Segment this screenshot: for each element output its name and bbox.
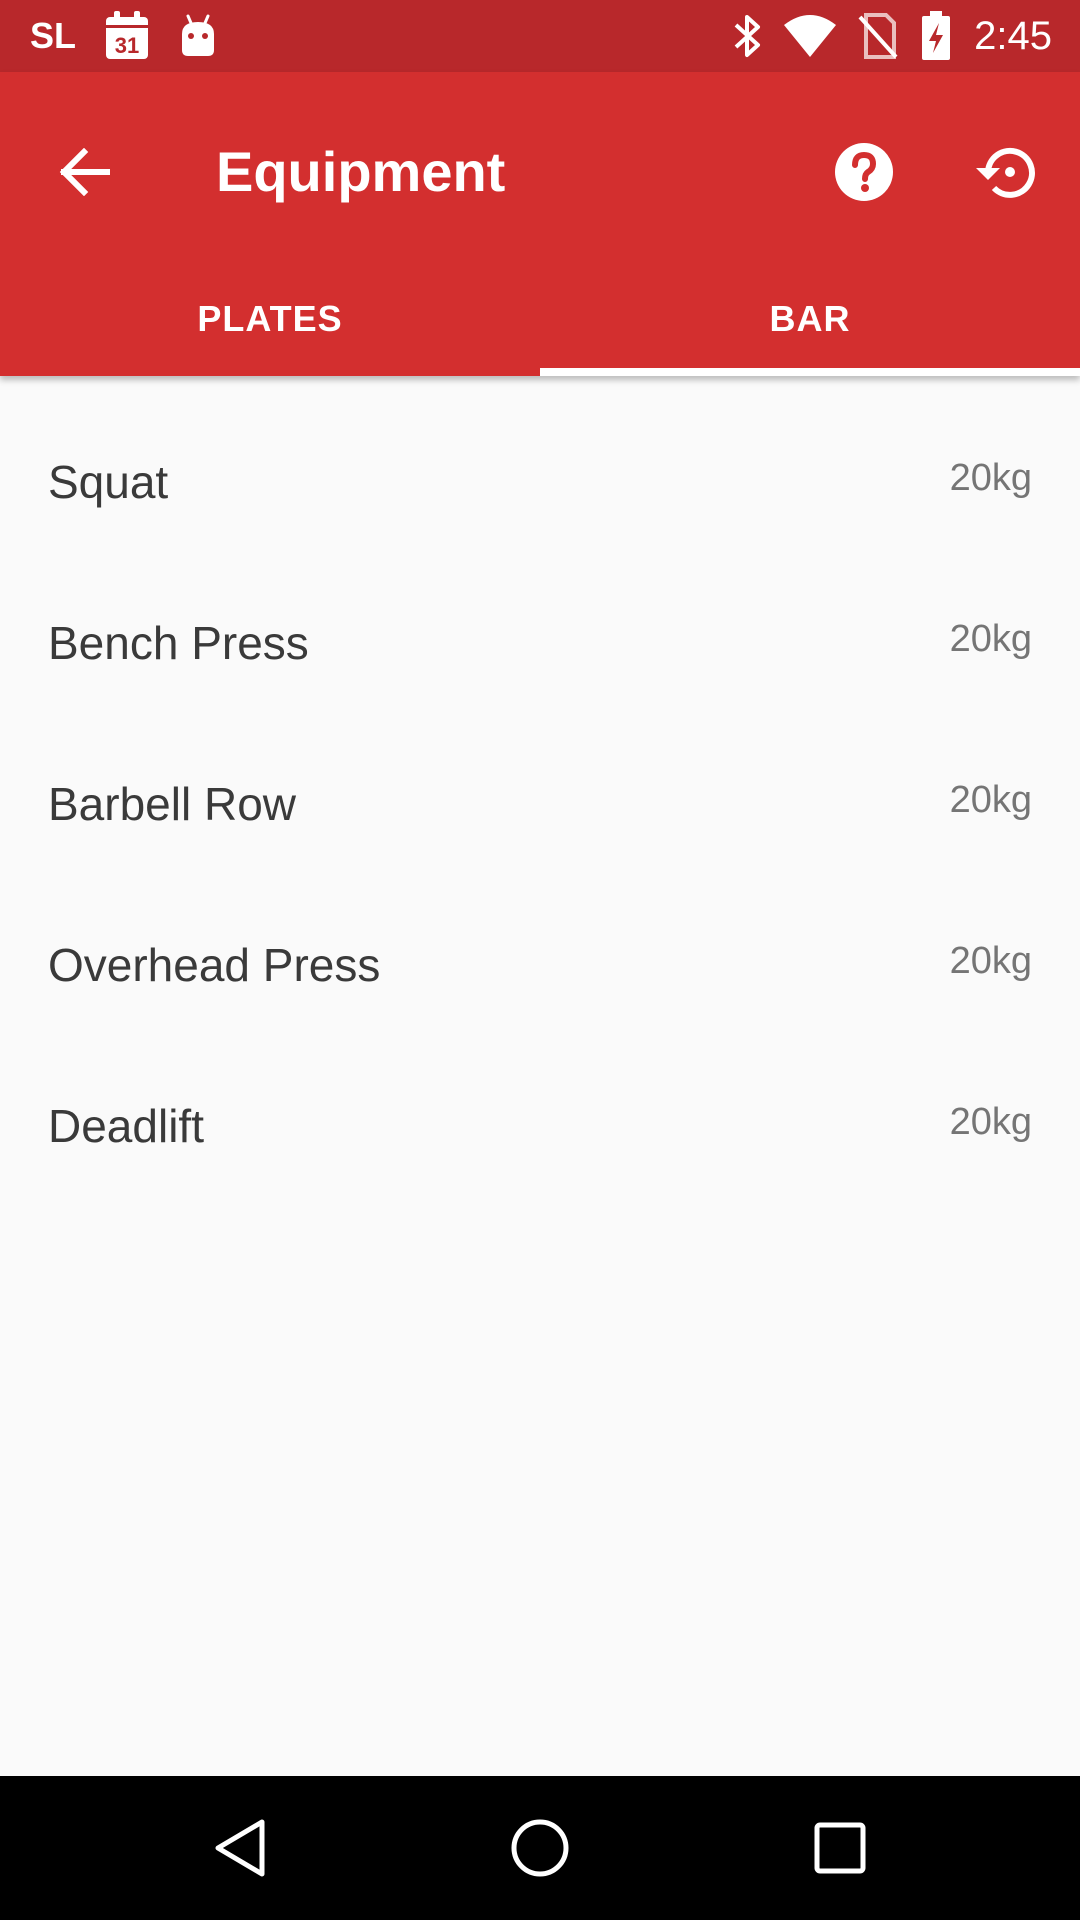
no-sim-icon — [858, 13, 898, 59]
nav-back-icon — [215, 1819, 265, 1877]
exercise-name: Squat — [48, 456, 169, 508]
help-icon — [835, 143, 893, 201]
back-arrow-icon — [59, 148, 110, 196]
nav-home-button[interactable] — [492, 1800, 588, 1896]
status-bar-left: SL 31 — [30, 0, 218, 72]
exercise-name: Overhead Press — [48, 939, 381, 991]
nav-back-button[interactable] — [192, 1800, 288, 1896]
bar-weight: 20kg — [949, 1101, 1032, 1143]
list-item[interactable]: Barbell Row 20kg — [0, 722, 1080, 883]
wifi-icon — [784, 15, 837, 57]
back-button[interactable] — [36, 124, 132, 220]
list-item[interactable]: Deadlift 20kg — [0, 1044, 1080, 1205]
nav-home-icon — [511, 1819, 569, 1877]
tab-bar: PLATES BAR — [0, 268, 1080, 376]
restore-button[interactable] — [958, 124, 1054, 220]
nav-recents-button[interactable] — [792, 1800, 888, 1896]
exercise-name: Bench Press — [48, 617, 309, 669]
bar-weight: 20kg — [949, 940, 1032, 982]
status-bar-right: 2:45 — [732, 0, 1052, 72]
exercise-name: Deadlift — [48, 1100, 204, 1152]
status-bar: SL 31 2:45 — [0, 0, 1080, 72]
page-title: Equipment — [216, 140, 506, 203]
list-item[interactable]: Squat 20kg — [0, 400, 1080, 561]
bar-weight: 20kg — [949, 779, 1032, 821]
battery-charging-icon — [920, 11, 952, 61]
bluetooth-icon — [732, 13, 762, 59]
restore-icon — [976, 147, 1035, 198]
list-item[interactable]: Overhead Press 20kg — [0, 883, 1080, 1044]
bar-weight: 20kg — [949, 457, 1032, 499]
bar-list: Squat 20kg Bench Press 20kg Barbell Row … — [0, 400, 1080, 1205]
exercise-name: Barbell Row — [48, 778, 296, 830]
tab-plates[interactable]: PLATES — [0, 268, 540, 376]
list-item[interactable]: Bench Press 20kg — [0, 561, 1080, 722]
app-bar: Equipment PLATES BAR — [0, 72, 1080, 376]
android-icon — [178, 14, 218, 58]
calendar-day: 31 — [115, 33, 139, 58]
carrier-label: SL — [30, 15, 77, 56]
tab-bar-selected[interactable]: BAR — [540, 268, 1080, 376]
navigation-bar — [0, 1776, 1080, 1920]
help-button[interactable] — [816, 124, 912, 220]
bar-weight: 20kg — [949, 618, 1032, 660]
nav-recents-icon — [814, 1822, 866, 1874]
clock: 2:45 — [974, 13, 1052, 58]
calendar-icon: 31 — [104, 11, 150, 61]
